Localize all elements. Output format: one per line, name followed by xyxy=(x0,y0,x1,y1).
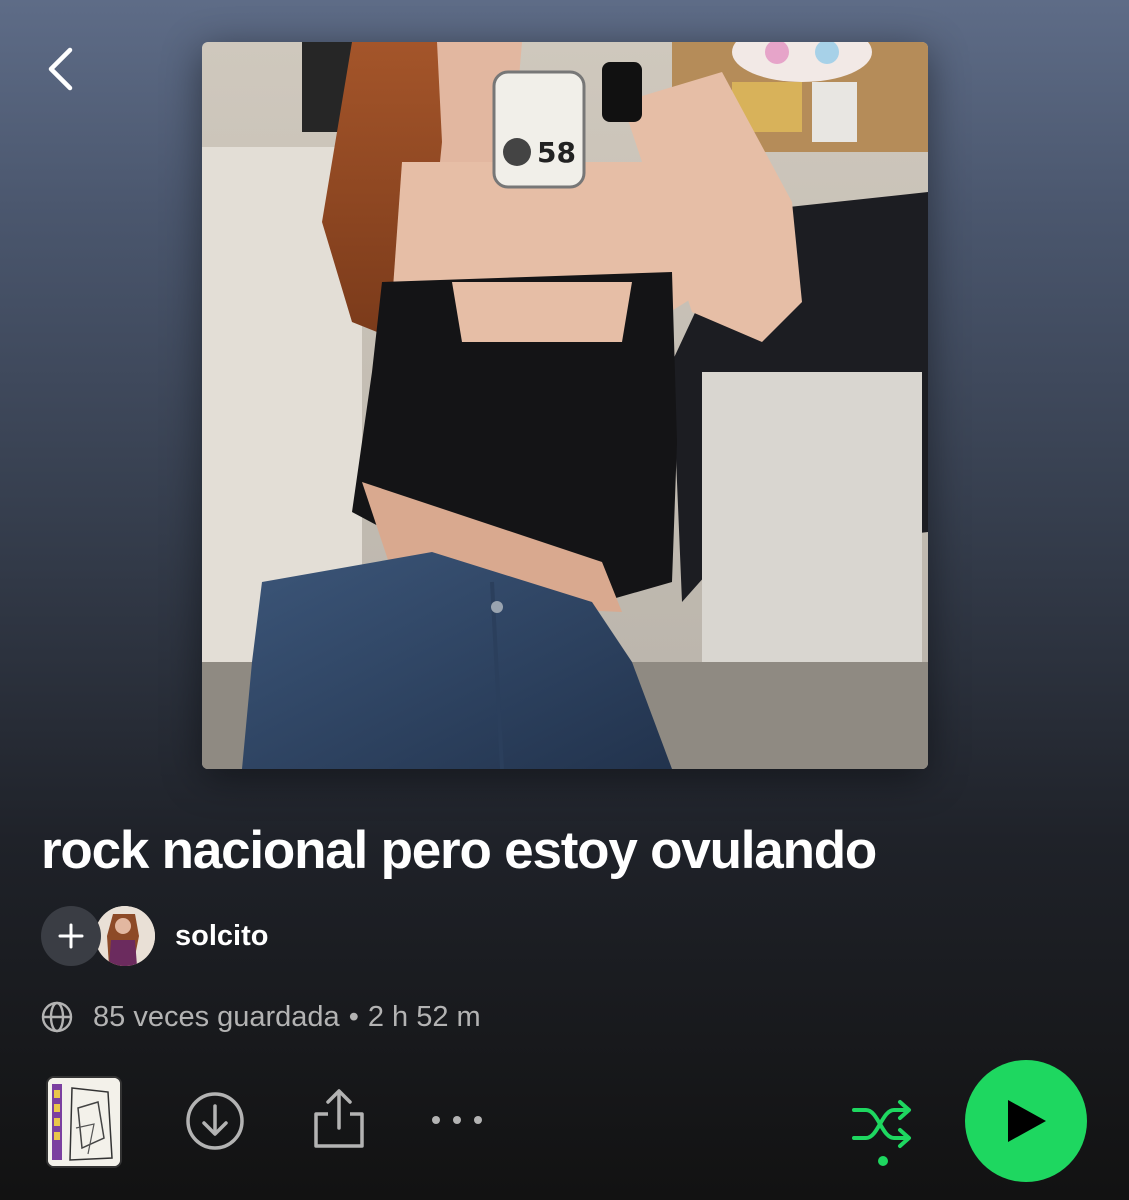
shuffle-icon xyxy=(852,1100,911,1166)
download-button[interactable] xyxy=(185,1091,245,1151)
play-button[interactable] xyxy=(965,1060,1087,1182)
share-button[interactable] xyxy=(310,1088,368,1150)
playlist-duration: 2 h 52 m xyxy=(367,1000,481,1033)
playlist-meta: 85 veces guardada • 2 h 52 m xyxy=(41,996,481,1038)
owner-row: solcito xyxy=(41,905,268,967)
action-bar xyxy=(0,1060,1129,1184)
back-button[interactable] xyxy=(36,40,84,98)
plus-icon xyxy=(58,923,84,949)
playlist-title: rock nacional pero estoy ovulando xyxy=(41,821,877,880)
owner-name[interactable]: solcito xyxy=(175,920,268,953)
more-options-button[interactable] xyxy=(428,1105,486,1135)
playlist-cover-image: 58 xyxy=(202,42,928,769)
play-icon xyxy=(1008,1100,1046,1142)
playlist-preview-thumbnail[interactable] xyxy=(46,1076,122,1168)
globe-icon xyxy=(41,1001,73,1033)
add-collaborator-button[interactable] xyxy=(41,906,101,966)
svg-text:58: 58 xyxy=(537,136,576,169)
share-icon xyxy=(314,1089,364,1148)
more-options-icon xyxy=(432,1116,482,1124)
download-icon xyxy=(186,1092,244,1150)
meta-separator: • xyxy=(348,1000,359,1033)
avatar[interactable] xyxy=(95,906,155,966)
shuffle-button[interactable] xyxy=(848,1092,918,1172)
save-count: 85 veces guardada xyxy=(93,1000,340,1033)
chevron-left-icon xyxy=(48,47,73,91)
